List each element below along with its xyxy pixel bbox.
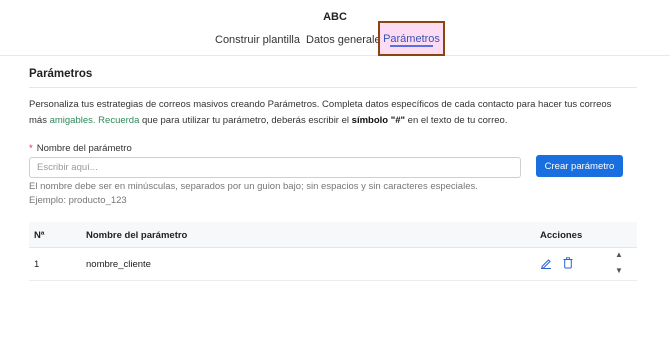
scroll-up-icon[interactable]: ▲ xyxy=(614,251,624,259)
param-help-text: El nombre debe ser en minúsculas, separa… xyxy=(29,181,478,192)
table-header: Nª Nombre del parámetro Acciones xyxy=(29,222,637,248)
row-number: 1 xyxy=(34,259,40,270)
required-marker: * xyxy=(29,143,33,154)
pencil-icon[interactable] xyxy=(540,257,552,269)
col-header-name: Nombre del parámetro xyxy=(86,230,188,241)
row-param-name: nombre_cliente xyxy=(86,259,151,270)
description-highlight: amigables. Recuerda xyxy=(49,115,140,126)
section-divider xyxy=(29,87,637,88)
description-text-3: en el texto de tu correo. xyxy=(405,115,508,126)
tab-bar: Construir plantilla Datos generales Pará… xyxy=(0,21,670,56)
param-name-input[interactable] xyxy=(29,157,521,178)
tab-datos-generales[interactable]: Datos generales xyxy=(306,34,386,46)
section-description: Personaliza tus estrategias de correos m… xyxy=(29,97,629,129)
app-title: ABC xyxy=(323,11,347,23)
tab-parametros-label: Parámetros xyxy=(383,33,440,45)
tab-parametros[interactable]: Parámetros xyxy=(378,21,445,56)
tab-construir-plantilla[interactable]: Construir plantilla xyxy=(215,34,300,46)
col-header-actions: Acciones xyxy=(540,230,583,241)
col-header-number: Nª xyxy=(34,230,45,241)
param-name-label: * Nombre del parámetro xyxy=(29,143,132,154)
scroll-down-icon[interactable]: ▼ xyxy=(614,267,624,275)
description-bold: símbolo "#" xyxy=(351,115,406,126)
description-text-2: que para utilizar tu parámetro, deberás … xyxy=(139,115,352,126)
params-table: Nª Nombre del parámetro Acciones 1 nombr… xyxy=(29,222,637,281)
trash-icon[interactable] xyxy=(562,257,574,269)
create-param-button[interactable]: Crear parámetro xyxy=(536,155,623,177)
param-name-label-text: Nombre del parámetro xyxy=(36,143,132,154)
active-tab-indicator xyxy=(390,45,433,47)
table-row: 1 nombre_cliente xyxy=(29,248,637,281)
param-example-text: Ejemplo: producto_123 xyxy=(29,195,127,206)
section-title: Parámetros xyxy=(29,68,93,80)
